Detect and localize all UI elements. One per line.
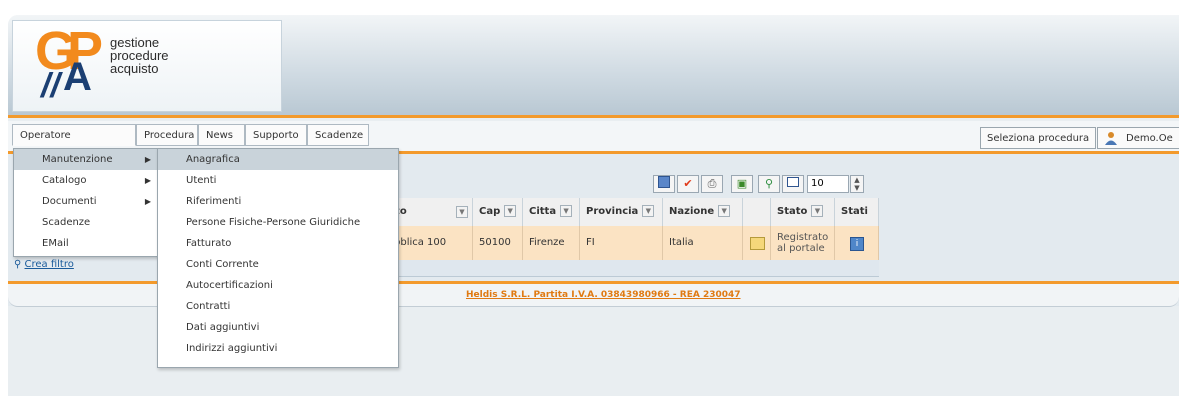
cell-stato: Registrato al portale [771, 226, 835, 260]
filter-dropdown-icon[interactable]: ▼ [718, 205, 731, 217]
filter-dropdown-icon[interactable]: ▼ [811, 205, 824, 217]
filter-icon: ⚲ [764, 177, 774, 190]
page-size-stepper[interactable]: ▲ ▼ [850, 175, 864, 193]
columns-button[interactable] [653, 175, 675, 193]
col-header-cap[interactable]: Cap ▼ [473, 198, 523, 226]
filter-funnel-icon: ⚲ [14, 259, 22, 270]
stato-line-2: al portale [777, 243, 825, 254]
submenu-arrow-icon: ▶ [144, 197, 151, 206]
col-header-stati[interactable]: Stati [835, 198, 879, 226]
page-size-value: 10 [811, 178, 824, 189]
menu-item-scadenze[interactable]: Scadenze [14, 212, 159, 233]
col-header-provincia[interactable]: Provincia ▼ [580, 198, 663, 226]
menu-item-catalogo[interactable]: Catalogo ▶ [14, 170, 159, 191]
col-header-label: Nazione [669, 206, 715, 217]
logo-letter-a: A [63, 55, 92, 99]
excel-icon: ▣ [736, 177, 748, 190]
table-icon [787, 177, 799, 187]
filter-dropdown-icon[interactable]: ▼ [456, 206, 468, 218]
add-folder-icon[interactable] [750, 237, 765, 250]
submenu-item-contratti[interactable]: Contratti [158, 296, 398, 317]
menu-item-email[interactable]: EMail [14, 233, 159, 254]
header-divider [8, 115, 1179, 118]
logo-text: gestione procedure acquisto [110, 36, 169, 75]
submenu-item-fatturato[interactable]: Fatturato [158, 233, 398, 254]
tab-operatore-economico[interactable]: Operatore Economico [12, 124, 136, 163]
page-size-input[interactable]: 10 [807, 175, 849, 193]
cell-stati: i [835, 226, 879, 260]
filter-dropdown-icon[interactable]: ▼ [642, 205, 655, 217]
check-icon: ✔ [683, 177, 693, 190]
user-name: Demo.Oe [1126, 133, 1173, 144]
submenu-item-conti-corrente[interactable]: Conti Corrente [158, 254, 398, 275]
logo-slash: // [41, 67, 60, 105]
cell-provincia: FI [580, 226, 663, 260]
submenu-item-dati-aggiuntivi[interactable]: Dati aggiuntivi [158, 317, 398, 338]
print-icon: ⎙ [707, 177, 717, 190]
cell-indirizzo: bblica 100 [388, 226, 473, 260]
grid-pager [388, 260, 879, 277]
print-button[interactable]: ⎙ [701, 175, 723, 193]
submenu-item-utenti[interactable]: Utenti [158, 170, 398, 191]
col-header-action [743, 198, 771, 226]
submenu-item-autocertificazioni[interactable]: Autocertificazioni [158, 275, 398, 296]
col-header-label: Citta [529, 206, 557, 217]
layout-button[interactable] [782, 175, 804, 193]
filter-dropdown-icon[interactable]: ▼ [560, 205, 573, 217]
submenu-arrow-icon: ▶ [144, 155, 151, 164]
col-header-label: Stato [777, 206, 808, 217]
check-button[interactable]: ✔ [677, 175, 699, 193]
tab-supporto[interactable]: Supporto [245, 124, 307, 146]
filter-clear-button[interactable]: ⚲ [758, 175, 780, 193]
col-header-nazione[interactable]: Nazione ▼ [663, 198, 743, 226]
submenu-item-anagrafica[interactable]: Anagrafica [158, 149, 398, 170]
submenu-manutenzione: Anagrafica Utenti Riferimenti Persone Fi… [157, 148, 399, 368]
tab-procedura[interactable]: Procedura [136, 124, 198, 146]
info-icon[interactable]: i [850, 237, 864, 251]
submenu-arrow-icon: ▶ [144, 176, 151, 185]
submenu-item-indirizzi-aggiuntivi[interactable]: Indirizzi aggiuntivi [158, 338, 398, 359]
col-header-stato[interactable]: Stato ▼ [771, 198, 835, 226]
cell-cap: 50100 [473, 226, 523, 260]
user-menu-button[interactable]: Demo.Oe [1097, 127, 1179, 149]
menu-item-documenti[interactable]: Documenti ▶ [14, 191, 159, 212]
menu-item-manutenzione[interactable]: Manutenzione ▶ [14, 149, 159, 170]
crea-filtro-label: Crea filtro [24, 259, 74, 270]
user-icon [1104, 131, 1118, 145]
cell-citta: Firenze [523, 226, 580, 260]
menu-operatore-economico: Manutenzione ▶ Catalogo ▶ Documenti ▶ Scade… [13, 148, 160, 257]
export-excel-button[interactable]: ▣ [731, 175, 753, 193]
col-header-label: Provincia [586, 206, 639, 217]
submenu-item-riferimenti[interactable]: Riferimenti [158, 191, 398, 212]
grid-icon [658, 176, 670, 188]
col-header-citta[interactable]: Citta ▼ [523, 198, 580, 226]
col-header-indirizzo[interactable]: zo ▼ [388, 198, 473, 226]
crea-filtro-link[interactable]: ⚲ Crea filtro [14, 259, 74, 270]
tab-scadenze[interactable]: Scadenze [307, 124, 369, 146]
app-header: G P // A gestione procedure acquisto [8, 15, 1179, 115]
select-procedure-button[interactable]: Seleziona procedura [980, 127, 1097, 149]
col-header-label: Cap [479, 206, 501, 217]
logo-line-3: acquisto [110, 61, 159, 76]
submenu-item-persone[interactable]: Persone Fisiche-Persone Giuridiche [158, 212, 398, 233]
gpa-logo: G P // A gestione procedure acquisto [12, 20, 282, 112]
tab-news[interactable]: News [198, 124, 245, 146]
stato-line-1: Registrato [777, 232, 829, 243]
footer-company-link[interactable]: Heldis S.R.L. Partita I.V.A. 03843980966… [466, 290, 741, 300]
filter-dropdown-icon[interactable]: ▼ [504, 205, 517, 217]
col-header-label: Stati [841, 206, 868, 217]
cell-nazione: Italia [663, 226, 743, 260]
cell-action [743, 226, 771, 260]
